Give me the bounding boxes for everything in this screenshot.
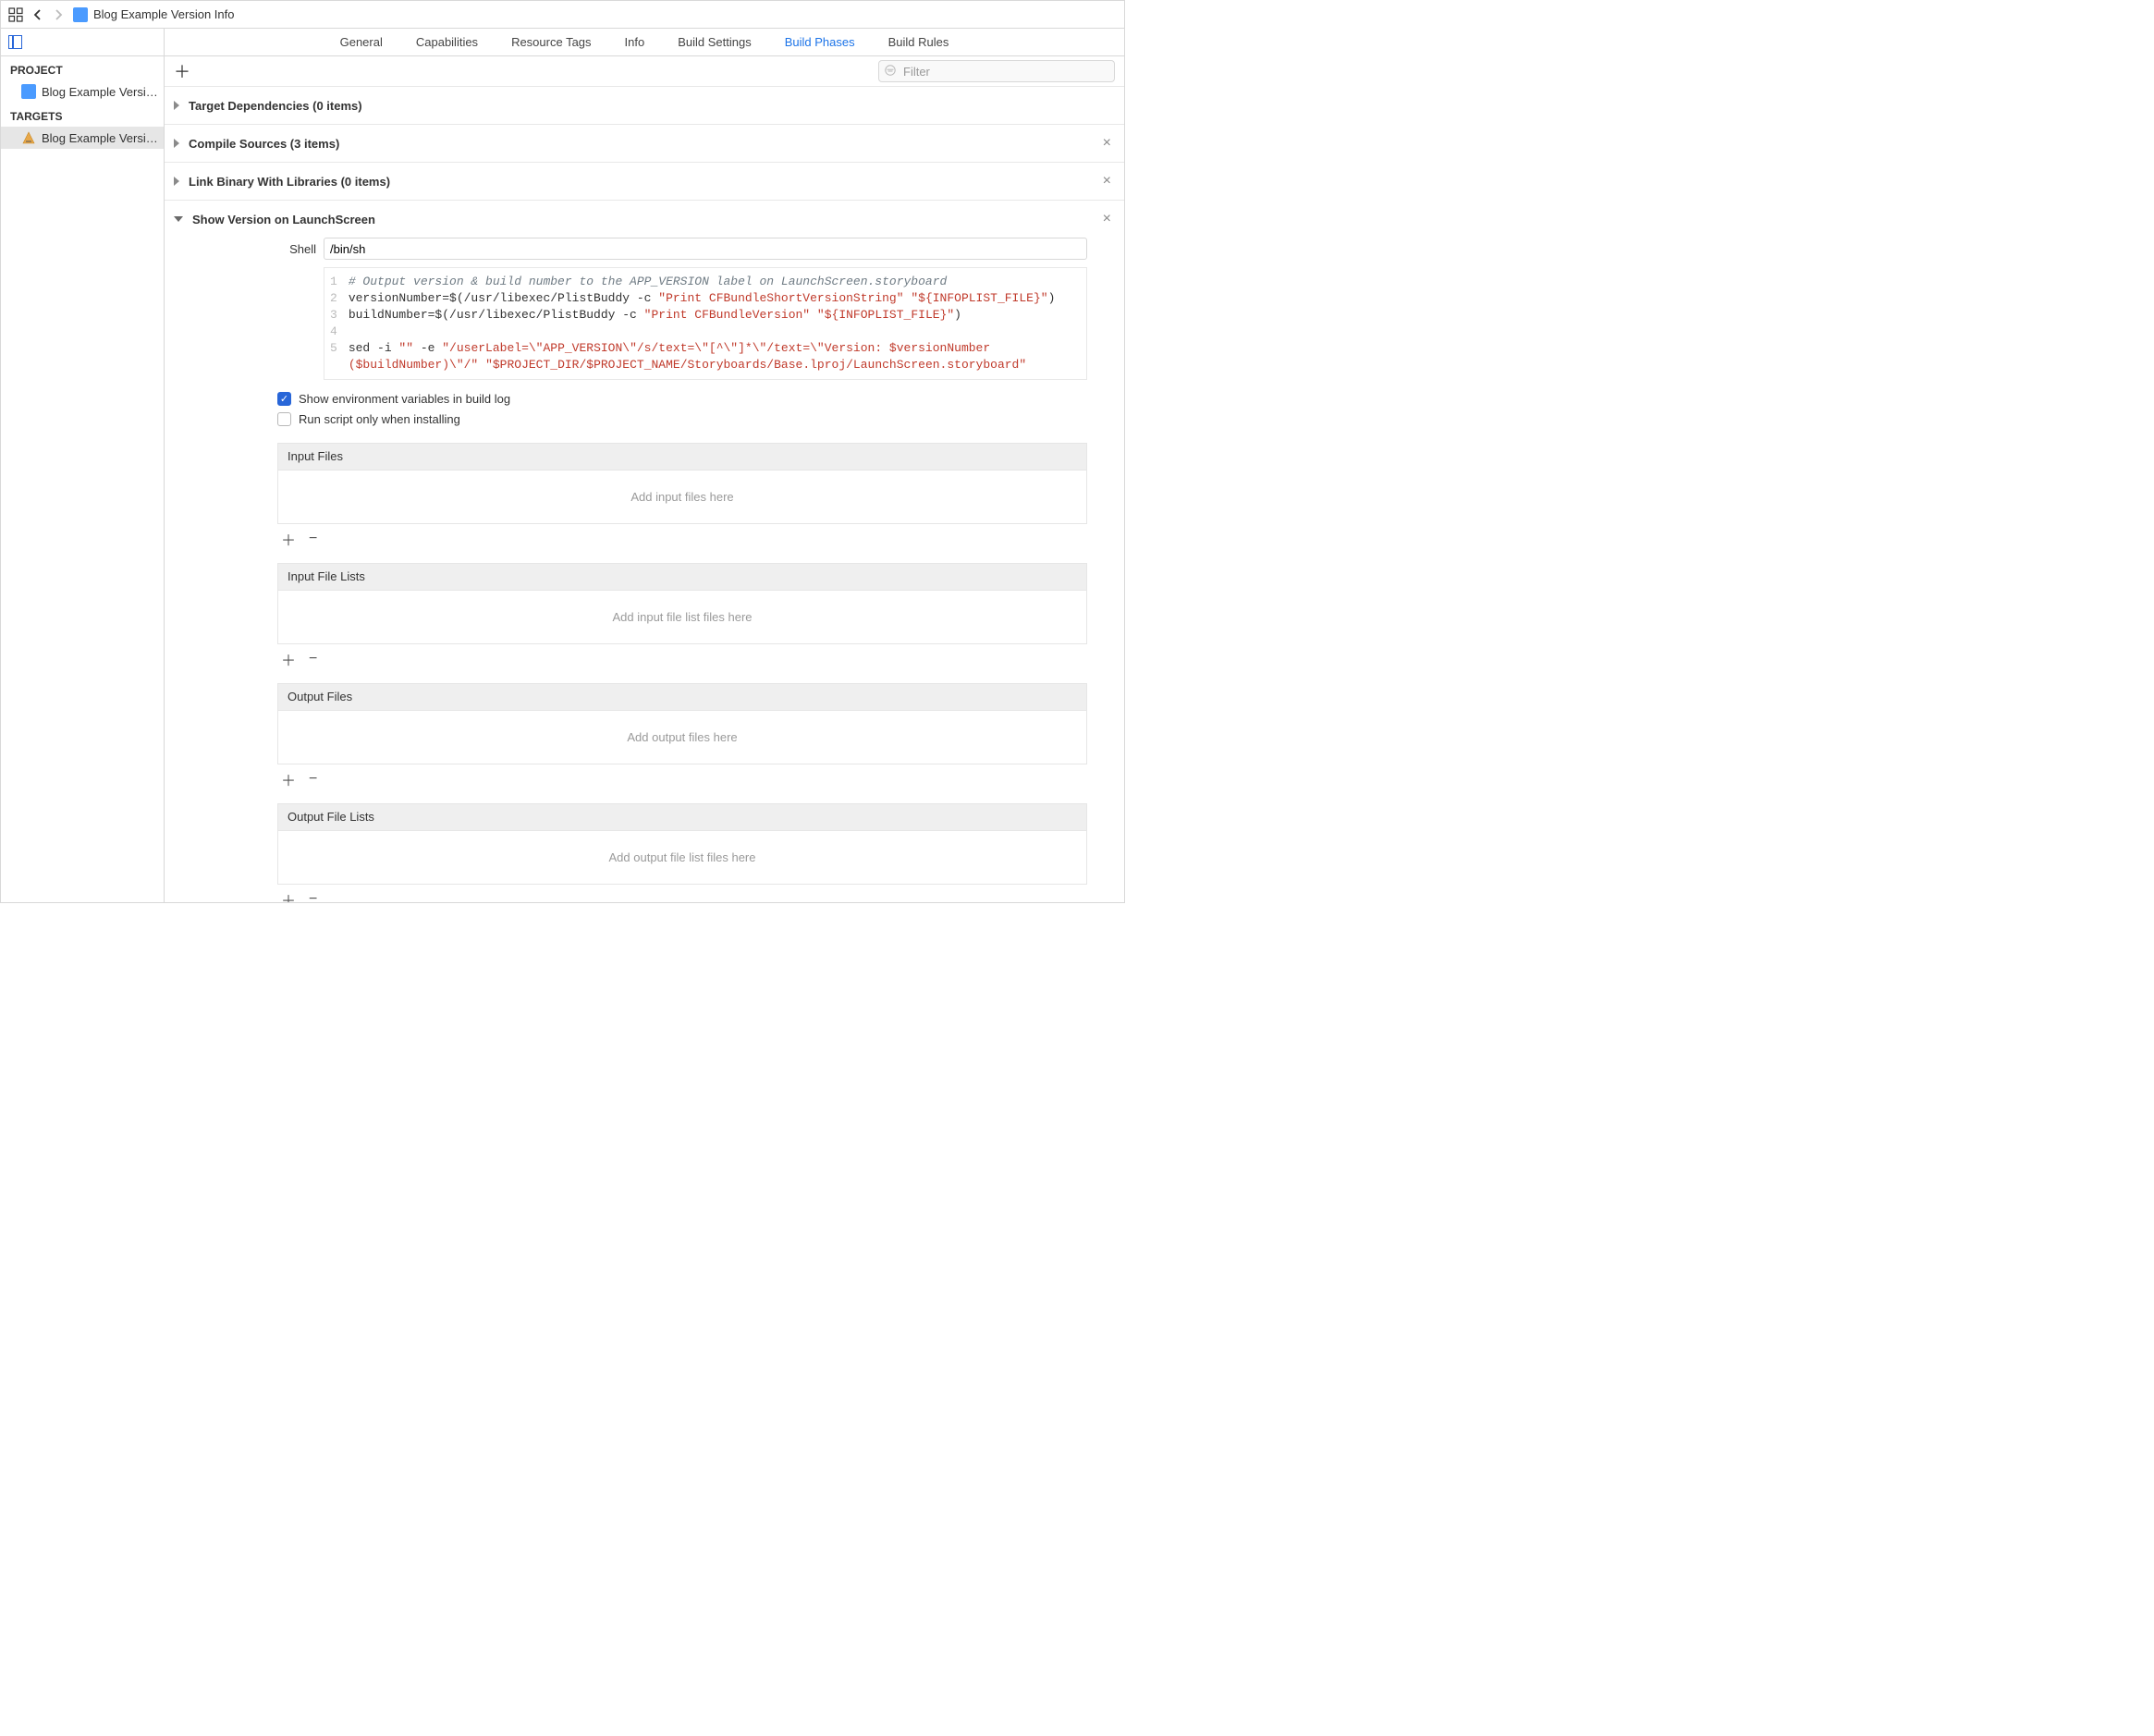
shell-label: Shell — [277, 242, 316, 256]
disclosure-icon — [174, 139, 179, 148]
run-only-installing-label: Run script only when installing — [299, 412, 460, 426]
output-file-lists-dropzone[interactable]: Add output file list files here — [277, 831, 1087, 885]
run-only-installing-checkbox[interactable] — [277, 412, 291, 426]
shell-input[interactable] — [324, 238, 1087, 260]
phase-title: Show Version on LaunchScreen — [192, 213, 375, 226]
phase-title: Link Binary With Libraries (0 items) — [189, 175, 390, 189]
project-file-icon — [21, 84, 36, 99]
add-phase-button[interactable]: ＋ — [174, 59, 190, 83]
show-env-vars-label: Show environment variables in build log — [299, 392, 510, 406]
input-file-lists-dropzone[interactable]: Add input file list files here — [277, 591, 1087, 644]
remove-phase-button[interactable]: × — [1103, 173, 1111, 189]
project-item[interactable]: Blog Example Versi… — [1, 80, 164, 103]
disclosure-icon — [174, 101, 179, 110]
filter-input[interactable]: Filter — [878, 60, 1115, 82]
project-section-label: PROJECT — [1, 56, 164, 80]
app-target-icon — [21, 130, 36, 145]
tab-build-phases[interactable]: Build Phases — [785, 35, 855, 49]
phase-compile-sources[interactable]: Compile Sources (3 items) × — [165, 125, 1124, 162]
input-file-lists-header: Input File Lists — [277, 563, 1087, 591]
remove-input-file-list-button[interactable]: − — [309, 651, 317, 667]
filter-icon — [885, 65, 898, 78]
phase-target-dependencies[interactable]: Target Dependencies (0 items) — [165, 87, 1124, 124]
remove-output-file-button[interactable]: − — [309, 771, 317, 788]
output-files-dropzone[interactable]: Add output files here — [277, 711, 1087, 764]
phase-title: Target Dependencies (0 items) — [189, 99, 362, 113]
script-editor[interactable]: # Output version & build number to the A… — [345, 268, 1086, 379]
show-env-vars-checkbox[interactable] — [277, 392, 291, 406]
output-files-header: Output Files — [277, 683, 1087, 711]
phase-title: Compile Sources (3 items) — [189, 137, 339, 151]
forward-icon — [53, 8, 64, 21]
output-file-lists-header: Output File Lists — [277, 803, 1087, 831]
tab-general[interactable]: General — [340, 35, 383, 49]
add-output-file-list-button[interactable]: ＋ — [281, 888, 296, 902]
add-input-file-list-button[interactable]: ＋ — [281, 648, 296, 670]
target-item-label: Blog Example Versi… — [42, 131, 158, 145]
tab-resource-tags[interactable]: Resource Tags — [511, 35, 591, 49]
breadcrumb-title: Blog Example Version Info — [93, 7, 234, 21]
disclosure-icon — [174, 216, 183, 222]
add-input-file-button[interactable]: ＋ — [281, 528, 296, 550]
targets-section-label: TARGETS — [1, 103, 164, 127]
phase-link-binary[interactable]: Link Binary With Libraries (0 items) × — [165, 163, 1124, 200]
tab-info[interactable]: Info — [625, 35, 645, 49]
tab-build-settings[interactable]: Build Settings — [678, 35, 752, 49]
phase-run-script[interactable]: Show Version on LaunchScreen × — [165, 201, 1124, 238]
remove-output-file-list-button[interactable]: − — [309, 891, 317, 902]
project-item-label: Blog Example Versi… — [42, 85, 158, 99]
navigator-sidebar: PROJECT Blog Example Versi… TARGETS Blog… — [1, 29, 165, 902]
disclosure-icon — [174, 177, 179, 186]
filter-placeholder: Filter — [903, 65, 930, 79]
remove-input-file-button[interactable]: − — [309, 531, 317, 547]
input-files-header: Input Files — [277, 443, 1087, 471]
navigation-toolbar: Blog Example Version Info — [1, 1, 1124, 29]
editor-tabs: General Capabilities Resource Tags Info … — [165, 29, 1124, 56]
add-output-file-button[interactable]: ＋ — [281, 768, 296, 790]
back-icon[interactable] — [32, 8, 43, 21]
code-gutter: 1 2 3 4 5 — [324, 268, 345, 379]
project-icon — [73, 7, 88, 22]
navigator-grid-icon[interactable] — [8, 7, 23, 22]
remove-phase-button[interactable]: × — [1103, 211, 1111, 227]
tab-build-rules[interactable]: Build Rules — [888, 35, 949, 49]
tab-capabilities[interactable]: Capabilities — [416, 35, 478, 49]
phase-toolbar: ＋ Filter — [165, 56, 1124, 87]
breadcrumb[interactable]: Blog Example Version Info — [73, 7, 234, 22]
panel-toggle-icon[interactable] — [8, 35, 22, 49]
input-files-dropzone[interactable]: Add input files here — [277, 471, 1087, 524]
remove-phase-button[interactable]: × — [1103, 135, 1111, 152]
target-item[interactable]: Blog Example Versi… — [1, 127, 164, 149]
